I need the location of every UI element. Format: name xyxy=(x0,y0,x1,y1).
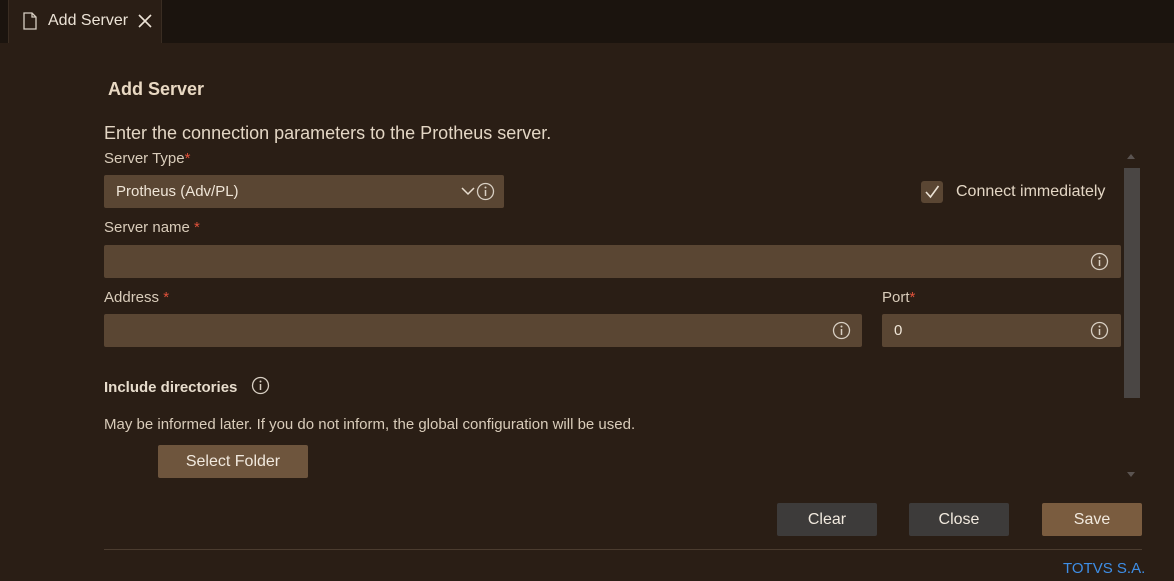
tab-bar: Add Server xyxy=(0,0,1174,43)
info-icon[interactable] xyxy=(1090,252,1109,271)
intro-text: Enter the connection parameters to the P… xyxy=(104,123,552,143)
address-input[interactable] xyxy=(104,314,862,347)
tab-add-server[interactable]: Add Server xyxy=(8,0,162,43)
address-label-text: Address xyxy=(104,289,164,306)
required-mark: * xyxy=(194,219,200,236)
server-name-label-text: Server name xyxy=(104,219,195,236)
scroll-up-arrow-icon[interactable] xyxy=(1126,152,1136,160)
server-type-value: Protheus (Adv/PL) xyxy=(116,183,239,200)
close-button[interactable]: Close xyxy=(909,503,1009,536)
save-button[interactable]: Save xyxy=(1042,503,1142,536)
required-mark: * xyxy=(909,289,916,306)
server-type-label: Server Type* xyxy=(104,150,190,167)
chevron-down-icon xyxy=(461,187,475,196)
tab-label: Add Server xyxy=(48,12,129,29)
info-icon[interactable] xyxy=(832,321,851,340)
scrollbar-thumb[interactable] xyxy=(1124,168,1140,398)
port-label-text: Port xyxy=(882,289,910,306)
select-folder-button[interactable]: Select Folder xyxy=(158,445,308,478)
include-directories-note: May be informed later. If you do not inf… xyxy=(104,416,636,433)
required-mark: * xyxy=(163,289,170,306)
port-label: Port* xyxy=(882,289,915,306)
page-title: Add Server xyxy=(108,79,205,99)
port-input[interactable] xyxy=(882,314,1121,347)
close-icon[interactable] xyxy=(137,13,153,29)
required-mark: * xyxy=(184,150,191,167)
include-directories-title: Include directories xyxy=(104,379,238,396)
address-label: Address * xyxy=(104,289,169,306)
footer-divider xyxy=(104,549,1142,550)
info-icon[interactable] xyxy=(251,376,270,395)
file-icon xyxy=(23,12,37,30)
clear-button[interactable]: Clear xyxy=(777,503,877,536)
checkmark-icon xyxy=(925,185,940,199)
scroll-down-arrow-icon[interactable] xyxy=(1126,471,1136,479)
connect-immediately-label: Connect immediately xyxy=(956,183,1106,200)
server-type-label-text: Server Type xyxy=(104,150,185,167)
footer-company-link[interactable]: TOTVS S.A. xyxy=(1063,560,1145,577)
server-name-input[interactable] xyxy=(104,245,1121,278)
server-type-select[interactable]: Protheus (Adv/PL) xyxy=(104,175,504,208)
info-icon[interactable] xyxy=(476,182,495,201)
server-name-label: Server name * xyxy=(104,219,200,236)
connect-immediately-checkbox[interactable] xyxy=(921,181,943,203)
info-icon[interactable] xyxy=(1090,321,1109,340)
